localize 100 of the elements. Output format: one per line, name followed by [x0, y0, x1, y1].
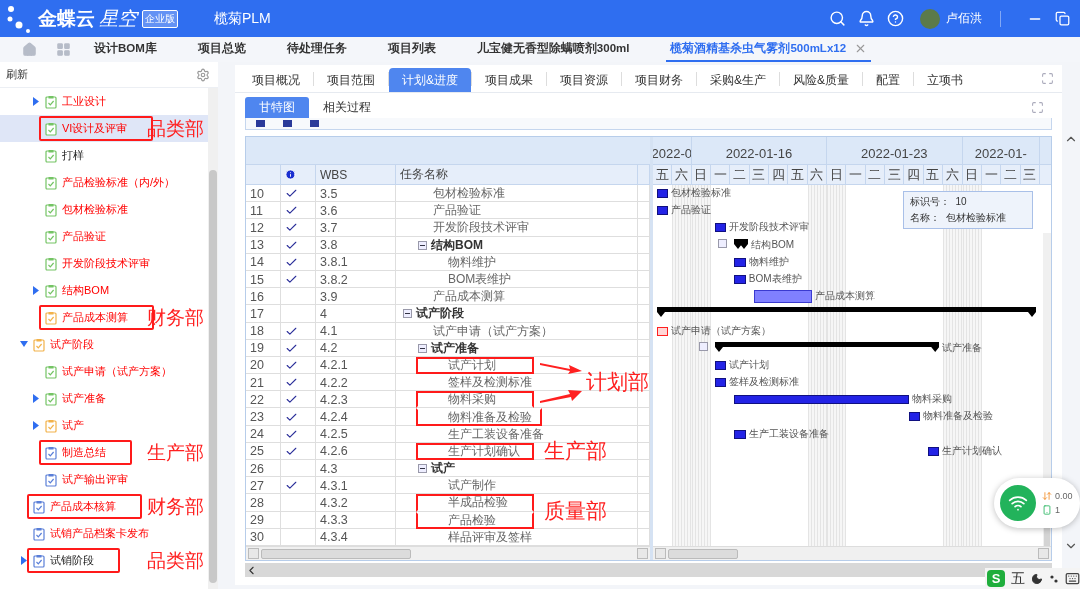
tree-item[interactable]: 试产申请（试产方案） [0, 358, 208, 385]
tab[interactable]: 项目资源 [547, 68, 621, 92]
task-bar[interactable] [734, 274, 746, 284]
punctuation-icon[interactable] [1049, 573, 1059, 584]
tree-item[interactable]: 试销产品档案卡发布 [0, 520, 208, 547]
tab[interactable]: 相关过程 [309, 97, 385, 118]
refresh-link[interactable]: 刷新 [6, 67, 28, 82]
tree-item[interactable]: 结构BOM [0, 277, 208, 304]
table-cell: 3.6 [316, 202, 396, 220]
tab[interactable]: 采购&生产 [697, 68, 780, 92]
expanded-arrow-icon[interactable] [20, 340, 28, 349]
tab[interactable]: 风险&质量 [780, 68, 863, 92]
task-bar[interactable] [734, 429, 746, 439]
tree-item[interactable]: 产品检验标准（内/外） [0, 169, 208, 196]
tab[interactable]: 配置 [863, 68, 914, 92]
bar-label: 试产计划 [729, 357, 770, 372]
task-bar[interactable] [715, 223, 727, 233]
task-bar[interactable] [715, 360, 727, 370]
task-name: 结构BOM [431, 236, 483, 254]
help-icon[interactable] [887, 10, 904, 27]
tree-item[interactable]: 打样 [0, 142, 208, 169]
nav-tab[interactable]: 儿宝健无香型除螨喷剂300ml [472, 37, 634, 62]
collapsed-arrow-icon[interactable] [32, 97, 40, 106]
task-name: 生产计划确认 [448, 442, 520, 460]
tab[interactable]: 立项书 [914, 68, 977, 92]
tree-item[interactable]: 试销阶段 品类部 [0, 547, 208, 574]
moon-icon[interactable] [1031, 572, 1043, 585]
tree-item-label: 产品检验标准（内/外） [62, 175, 176, 190]
bell-icon[interactable] [858, 10, 875, 27]
user-name[interactable]: 卢佰洪 [946, 10, 982, 27]
app-name: 榄菊PLM [214, 9, 271, 28]
scrollbar[interactable] [208, 88, 218, 589]
collapsed-arrow-icon[interactable] [20, 556, 28, 565]
row-number: 24 [246, 425, 281, 443]
nav-tab[interactable]: 设计BOM库 [90, 37, 161, 62]
tree-item-label: 试销阶段 [50, 553, 94, 568]
nav-tab[interactable]: 项目总览 [193, 37, 250, 62]
task-bar[interactable] [715, 378, 727, 388]
task-bar[interactable] [927, 446, 940, 456]
row-number: 18 [246, 322, 281, 340]
task-name: 开发阶段技术评审 [433, 219, 529, 237]
tab[interactable]: 项目概况 [239, 68, 313, 92]
ime-logo[interactable]: S [987, 570, 1005, 587]
table-cell: 4.2.1 [316, 356, 396, 375]
tree-item-label: VI设计及评审 [62, 121, 128, 136]
tree-item[interactable]: 产品成本核算 财务部 [0, 493, 208, 520]
nav-tab[interactable]: 待处理任务 [282, 37, 351, 62]
tree-item-label: 试产阶段 [50, 337, 94, 352]
tree-item[interactable]: 试产 [0, 412, 208, 439]
tree-item[interactable]: 试产输出评审 [0, 466, 208, 493]
search-icon[interactable] [829, 10, 846, 27]
task-bar[interactable] [908, 412, 920, 422]
tree-item[interactable]: 产品验证 [0, 223, 208, 250]
network-toast[interactable]: 0.00 1 [994, 478, 1080, 528]
task-name: 物料准备及检验 [448, 408, 532, 426]
tree-item[interactable]: 包材检验标准 [0, 196, 208, 223]
settings-icon[interactable] [196, 67, 210, 82]
collapsed-arrow-icon[interactable] [32, 421, 40, 430]
summary-bar[interactable] [715, 341, 940, 353]
day-header: 五 [653, 165, 673, 184]
bar-label: 包材检验标准 [671, 186, 732, 200]
task-bar[interactable] [734, 257, 746, 267]
tree-item-label: 试产 [62, 418, 84, 433]
scrollbar-thumb[interactable] [261, 548, 411, 559]
task-bar[interactable] [753, 290, 812, 304]
task-name: 产品验证 [433, 202, 481, 220]
task-name: BOM表维护 [448, 271, 512, 289]
task-bar[interactable] [657, 206, 669, 216]
tree-item[interactable]: 工业设计 [0, 88, 208, 115]
tab[interactable]: 甘特图 [245, 97, 309, 118]
table-cell: 4.2.5 [316, 425, 396, 443]
scrollbar-thumb[interactable] [668, 548, 738, 559]
nav-tab[interactable]: 项目列表 [383, 37, 440, 62]
summary-bar[interactable] [657, 307, 1036, 319]
nav-tab[interactable]: 榄菊酒精基杀虫气雾剂500mLx12 [666, 37, 872, 62]
phone-icon [1042, 505, 1052, 515]
collapsed-arrow-icon[interactable] [32, 394, 40, 403]
critical-task-bar[interactable] [657, 326, 669, 336]
collapsed-arrow-icon[interactable] [32, 286, 40, 295]
task-bar[interactable] [657, 189, 669, 198]
tree-item[interactable]: 制造总结 生产部 [0, 439, 208, 466]
bar-label: BOM表维护 [748, 271, 802, 286]
summary-bar[interactable] [734, 238, 749, 250]
task-name: 签样及检测标准 [448, 374, 532, 392]
task-name: 物料采购 [448, 391, 496, 409]
row-number: 27 [246, 477, 281, 495]
table-cell: 4.3.4 [316, 528, 396, 546]
task-bar[interactable] [734, 395, 909, 405]
week-header: 2022-0 [653, 137, 692, 164]
tab[interactable]: 计划&进度 [389, 68, 471, 92]
tree-item[interactable]: 开发阶段技术评审 [0, 250, 208, 277]
tab[interactable]: 项目范围 [314, 68, 388, 92]
ime-mode[interactable]: 五 [1011, 569, 1025, 588]
tab[interactable]: 项目成果 [472, 68, 546, 92]
keyboard-icon[interactable] [1065, 571, 1080, 586]
restore-icon[interactable] [1055, 11, 1070, 26]
tree-item[interactable]: 试产阶段 [0, 331, 208, 358]
tab[interactable]: 项目财务 [622, 68, 696, 92]
tree-item[interactable]: 试产准备 [0, 385, 208, 412]
task-name: 试产申请（试产方案） [433, 322, 553, 340]
